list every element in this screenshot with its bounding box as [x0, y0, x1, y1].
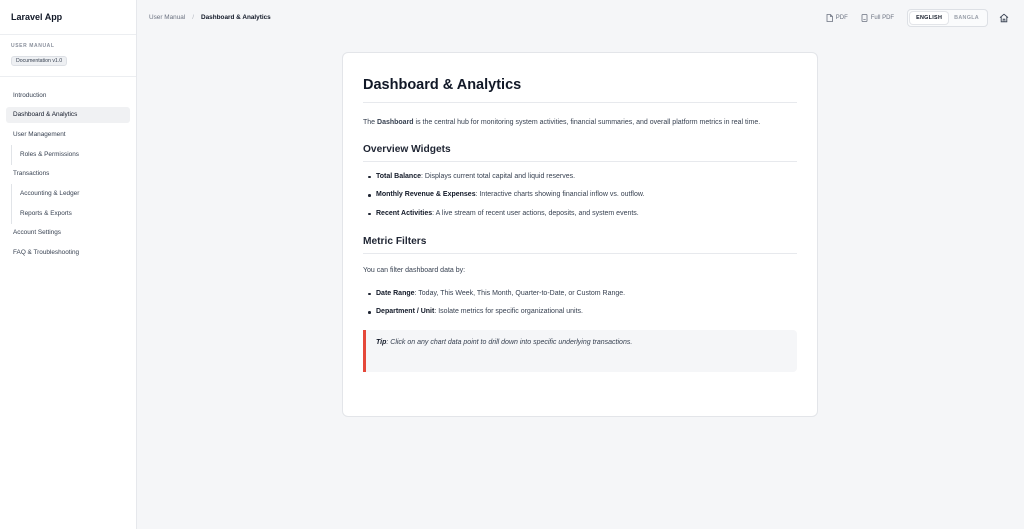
sidebar-header: USER MANUAL Documentation v1.0 [0, 35, 136, 77]
list-item-desc: : Isolate metrics for specific organizat… [434, 308, 583, 315]
list-item-desc: : A live stream of recent user actions, … [432, 209, 639, 217]
sidebar-item-dashboard-analytics[interactable]: Dashboard & Analytics [6, 106, 130, 123]
tip-callout: Tip: Click on any chart data point to dr… [363, 329, 797, 372]
list-item: Monthly Revenue & Expenses: Interactive … [363, 186, 797, 205]
sidebar-item-roles-permissions[interactable]: Roles & Permissions [6, 145, 130, 166]
home-button[interactable] [998, 12, 1010, 24]
filters-intro: You can filter dashboard data by: [363, 267, 466, 274]
sidebar-item-introduction[interactable]: Introduction [6, 87, 130, 103]
top-actions: PDF Full PDF ENGLISH BANGLA [826, 9, 1010, 27]
list-item-term: Department / Unit [376, 308, 435, 315]
sidebar-overline: USER MANUAL [11, 43, 55, 49]
lang-bangla-button[interactable]: BANGLA [948, 12, 985, 24]
list-item-term: Total Balance [376, 172, 421, 180]
sidebar: Laravel App USER MANUAL Documentation v1… [0, 0, 137, 529]
pdf-label: PDF [835, 15, 848, 21]
file-icon [826, 14, 833, 22]
full-pdf-button[interactable]: Full PDF [861, 14, 894, 22]
tip-label: Tip [376, 338, 387, 346]
sidebar-item-reports-exports[interactable]: Reports & Exports [6, 204, 130, 225]
breadcrumb-current: Dashboard & Analytics [201, 13, 271, 21]
section-heading-overview-widgets: Overview Widgets [363, 144, 797, 162]
list-item-term: Recent Activities [376, 209, 433, 217]
page-title: Dashboard & Analytics [363, 77, 797, 103]
sidebar-item-transactions[interactable]: Transactions [6, 166, 130, 182]
document-icon [861, 14, 868, 22]
filters-list: Date Range: Today, This Week, This Month… [363, 285, 797, 322]
intro-rest: is the central hub for monitoring system… [413, 119, 761, 126]
tip-text: : Click on any chart data point to drill… [386, 338, 633, 346]
pdf-button[interactable]: PDF [826, 14, 848, 22]
widgets-list: Total Balance: Displays current total ca… [363, 168, 797, 224]
list-item: Total Balance: Displays current total ca… [363, 168, 797, 187]
list-item: Department / Unit: Isolate metrics for s… [363, 303, 797, 322]
intro-prefix: The [363, 119, 378, 126]
list-item-term: Monthly Revenue & Expenses [376, 191, 476, 198]
list-item: Recent Activities: A live stream of rece… [363, 205, 797, 224]
sidebar-item-account-settings[interactable]: Account Settings [6, 225, 130, 241]
list-item-desc: : Displays current total capital and liq… [421, 172, 576, 180]
list-item: Date Range: Today, This Week, This Month… [363, 285, 797, 304]
topbar: User Manual / Dashboard & Analytics PDF … [137, 0, 1024, 34]
full-pdf-label: Full PDF [870, 15, 895, 21]
list-item-desc: : Interactive charts showing financial i… [475, 191, 645, 198]
sidebar-item-user-management[interactable]: User Management [6, 126, 130, 142]
breadcrumb-root[interactable]: User Manual [149, 14, 185, 21]
sidebar-nav: Introduction Dashboard & Analytics User … [0, 77, 136, 261]
intro-bold: Dashboard [377, 119, 414, 126]
list-item-term: Date Range [376, 289, 415, 297]
app-brand[interactable]: Laravel App [0, 0, 136, 35]
intro-paragraph: The Dashboard is the central hub for mon… [363, 116, 797, 131]
sidebar-item-faq-troubleshooting[interactable]: FAQ & Troubleshooting [6, 245, 130, 261]
version-badge: Documentation v1.0 [11, 56, 68, 66]
section-heading-metric-filters: Metric Filters [363, 236, 797, 254]
language-toggle: ENGLISH BANGLA [907, 9, 988, 27]
sidebar-item-accounting-ledger[interactable]: Accounting & Ledger [6, 184, 130, 205]
list-item-desc: : Today, This Week, This Month, Quarter-… [414, 289, 626, 297]
content-card: Dashboard & Analytics The Dashboard is t… [342, 52, 818, 417]
home-icon [999, 13, 1009, 23]
lang-english-button[interactable]: ENGLISH [910, 12, 949, 24]
breadcrumb-separator: / [192, 13, 195, 21]
